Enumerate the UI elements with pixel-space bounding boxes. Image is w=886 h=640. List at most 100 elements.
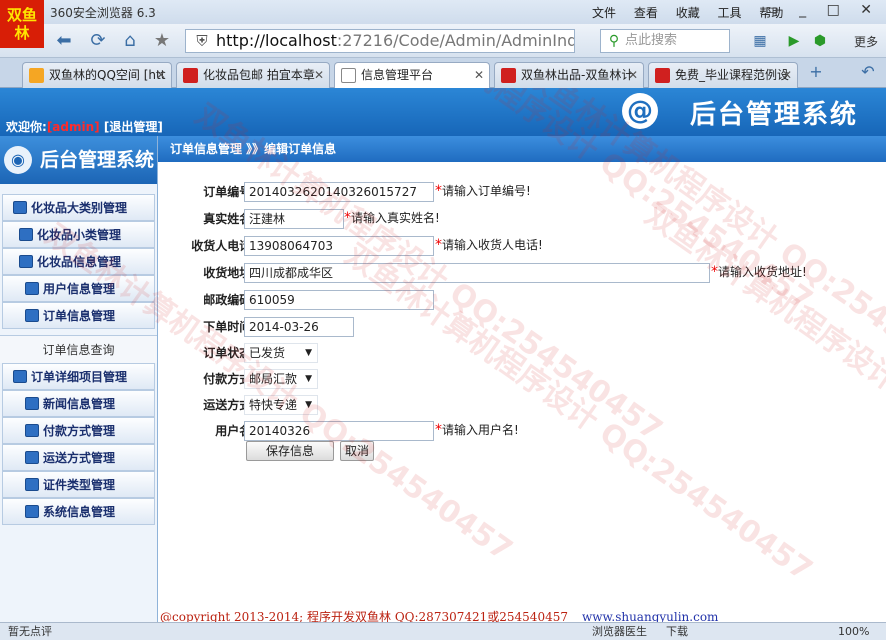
refresh-icon[interactable]: ⟳ (86, 29, 110, 53)
star-icon[interactable]: ★ (150, 29, 174, 53)
menu-file[interactable]: 文件 (592, 6, 616, 20)
tab-qq-space[interactable]: 双鱼林的QQ空间 [htt ✕ (22, 62, 172, 88)
address-tip: *请输入收货地址! (711, 264, 807, 280)
brand-title: 后台管理系统 (689, 100, 858, 130)
form-row-payment: 付款方式: 邮局汇款 ▼ (158, 367, 886, 393)
admin-header: 欢迎你:[admin] [退出管理] @ 后台管理系统 (0, 88, 886, 136)
form-row-shipping: 运送方式: 特快专递 ▼ (158, 393, 886, 419)
tab-favicon (183, 68, 198, 83)
sidebar-item-orders[interactable]: 订单信息管理 (2, 302, 155, 329)
order-no-input[interactable]: 20140326201403260157​27 (244, 182, 434, 202)
welcome-label: 欢迎你: (6, 120, 47, 134)
phone-tip: *请输入收货人电话! (435, 237, 543, 253)
shield-green-icon[interactable]: ⬢ (808, 29, 832, 53)
tab-shuangyulin[interactable]: 双鱼林出品-双鱼林计 ✕ (494, 62, 644, 88)
sidebar-item-order-details[interactable]: 订单详细项目管理 (2, 363, 155, 390)
real-name-input[interactable]: 汪建林 (244, 209, 344, 229)
menu-tools[interactable]: 工具 (718, 6, 742, 20)
sidebar-item-id-types[interactable]: 证件类型管理 (2, 471, 155, 498)
shipping-label: 运送方式: (203, 398, 256, 412)
search-icon[interactable]: ⚲ (602, 29, 626, 53)
zoom-level[interactable]: 100% (838, 623, 869, 640)
back-arrow-icon[interactable]: ⬅ (52, 29, 76, 53)
status-select[interactable]: 已发货 ▼ (244, 343, 318, 363)
close-icon[interactable]: ✕ (628, 63, 638, 87)
browser-doctor[interactable]: 浏览器医生 (592, 623, 647, 640)
menu-item-icon (25, 282, 39, 295)
form-row-status: 订单状态: 已发货 ▼ (158, 341, 886, 367)
tab-cosmetics[interactable]: 化妆品包邮 拍宜本章 ✕ (176, 62, 330, 88)
sidebar-item-shipping[interactable]: 运送方式管理 (2, 444, 155, 471)
sidebar-item-news[interactable]: 新闻信息管理 (2, 390, 155, 417)
close-icon[interactable]: ✕ (782, 63, 792, 87)
more-button[interactable]: 更多 (854, 33, 878, 50)
form-row-real-name: 真实姓名: 汪建林 *请输入真实姓名! (158, 207, 886, 233)
address-bar[interactable]: http://localhost:27216/Code/Admin/AdminI… (185, 29, 575, 53)
menu-favorites[interactable]: 收藏 (676, 6, 700, 20)
menu-item-icon (25, 424, 39, 437)
download-button[interactable]: 下载 (666, 623, 688, 640)
tab-favicon (501, 68, 516, 83)
address-label: 收货地址: (203, 266, 256, 280)
chevron-down-icon: ▼ (305, 348, 312, 358)
menu-item-icon (25, 478, 39, 491)
username-label: 用户名: (215, 424, 256, 438)
tab-undo-icon[interactable]: ↶ (856, 60, 880, 84)
order-no-tip: *请输入订单编号! (435, 183, 531, 199)
phone-label: 收货人电话: (191, 239, 256, 253)
tab-graduation[interactable]: 免费_毕业课程范例设 ✕ (648, 62, 798, 88)
address-input[interactable]: 四川成都成华区 (244, 263, 710, 283)
close-icon[interactable]: ✕ (156, 63, 166, 87)
postcode-label: 邮政编码: (203, 293, 256, 307)
tab-favicon (29, 68, 44, 83)
globe-icon: ◉ (4, 146, 32, 174)
save-button[interactable]: 保存信息 (246, 441, 334, 461)
close-icon[interactable]: ✕ (474, 63, 484, 87)
payment-label: 付款方式: (203, 372, 256, 386)
menu-view[interactable]: 查看 (634, 6, 658, 20)
tab-info-platform[interactable]: 信息管理平台 ✕ (334, 62, 490, 88)
shipping-select[interactable]: 特快专递 ▼ (244, 395, 318, 415)
order-time-input[interactable]: 2014-03-26 (244, 317, 354, 337)
sidebar-item-subcategory[interactable]: 化妆品小类管理 (2, 221, 155, 248)
order-time-label: 下单时间: (203, 320, 256, 334)
menu-item-icon (19, 228, 33, 241)
new-tab-icon[interactable]: + (804, 60, 828, 84)
sidebar-item-category[interactable]: 化妆品大类别管理 (2, 194, 155, 221)
username-input[interactable]: 20140326 (244, 421, 434, 441)
home-icon[interactable]: ⌂ (118, 29, 142, 53)
logout-link[interactable]: [退出管理] (104, 120, 163, 134)
url-path: :27216/Code/Admin/AdminInde (336, 31, 575, 50)
menu-item-icon (25, 397, 39, 410)
menu-item-icon (13, 201, 27, 214)
sidebar: ◉ 后台管理系统 化妆品大类别管理 化妆品小类管理 化妆品信息管理 用户信息管理 … (0, 136, 158, 622)
menu-item-icon (25, 451, 39, 464)
postcode-input[interactable]: 610059 (244, 290, 434, 310)
status-label: 订单状态: (203, 346, 256, 360)
sidebar-item-system[interactable]: 系统信息管理 (2, 498, 155, 525)
status-bar: 暂无点评 浏览器医生 下载 100% (0, 622, 886, 640)
sidebar-item-users[interactable]: 用户信息管理 (2, 275, 155, 302)
payment-select[interactable]: 邮局汇款 ▼ (244, 369, 318, 389)
grid-icon[interactable]: ▦ (748, 29, 772, 53)
menu-item-icon (25, 505, 39, 518)
shield-icon: ⛨ (196, 32, 208, 50)
play-icon[interactable]: ▶ (782, 29, 806, 53)
browser-navbar: ⬅ ⟳ ⌂ ★ http://localhost:27216/Code/Admi… (0, 24, 886, 58)
menu-item-icon (25, 309, 39, 322)
sidebar-title: 后台管理系统 (40, 149, 155, 171)
sidebar-item-payment[interactable]: 付款方式管理 (2, 417, 155, 444)
sidebar-item-product[interactable]: 化妆品信息管理 (2, 248, 155, 275)
phone-input[interactable]: 13908064703 (244, 236, 434, 256)
chevron-down-icon: ▼ (305, 374, 312, 384)
menu-item-icon (19, 255, 33, 268)
order-no-label: 订单编号: (203, 185, 256, 199)
close-icon[interactable]: ✕ (314, 63, 324, 87)
chevron-down-icon: ▼ (305, 400, 312, 410)
form-row-phone: 收货人电话: 13908064703 *请输入收货人电话! (158, 234, 886, 260)
form-row-postcode: 邮政编码: 610059 (158, 288, 886, 314)
window-controls[interactable]: ▭ _ □ ✕ (765, 2, 880, 18)
sidebar-group-label[interactable]: 订单信息查询 (0, 335, 157, 363)
cancel-button[interactable]: 取消 (340, 441, 374, 461)
main-content: 订单信息管理 》》编辑订单信息 订单编号: 201403262014032601… (158, 136, 886, 622)
